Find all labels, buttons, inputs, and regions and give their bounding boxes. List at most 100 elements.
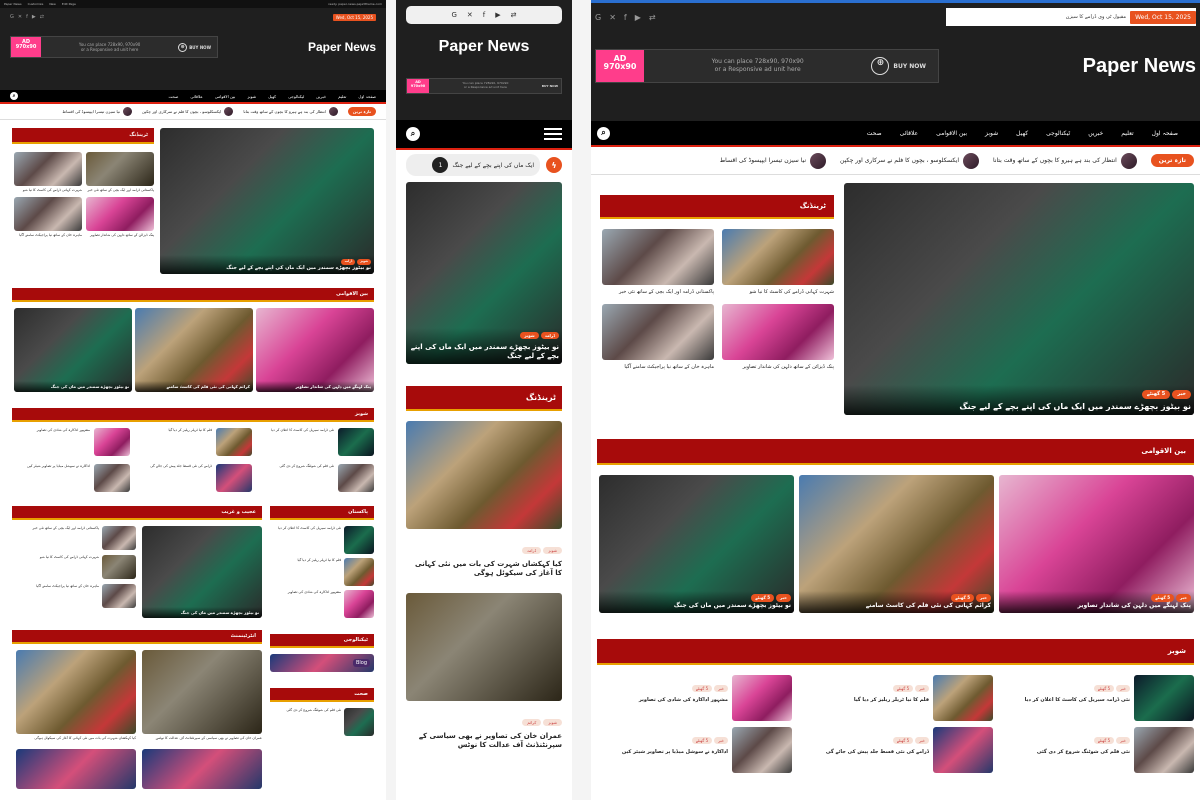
topbar-link[interactable]: New: [49, 2, 56, 6]
nav-item[interactable]: تعلیم: [338, 94, 346, 99]
hero-article[interactable]: ڈرامہشوبز نو بیٹوز بچھڑے سمندر میں ایک م…: [406, 182, 562, 364]
ticker-item[interactable]: انتظار کی بند ہے ہیرو کا بچوں کے ساتھ وق…: [993, 152, 1137, 169]
ent-card[interactable]: [16, 748, 136, 789]
nav-item[interactable]: صحت: [168, 94, 178, 99]
list-item[interactable]: اداکارہ نے سوشل میڈیا پر تصاویر شیئر کیں: [16, 464, 130, 492]
hero-article[interactable]: خبر5 گھنٹے نو بیٹوز بچھڑے سمندر میں ایک …: [844, 183, 1194, 415]
nav-item[interactable]: بین الاقوامی: [936, 130, 967, 137]
facebook-icon[interactable]: f: [26, 14, 28, 20]
nav-item[interactable]: کھیل: [1016, 130, 1028, 137]
intl-card[interactable]: پنک لہنگے میں دلہن کی شاندار تصاویر: [256, 308, 374, 392]
list-item[interactable]: خبر5 گھنٹے مشہور اداکارہ کی شادی کی تصاوی…: [597, 675, 792, 721]
google-icon[interactable]: G: [10, 14, 14, 20]
x-icon[interactable]: ✕: [18, 14, 22, 20]
facebook-icon[interactable]: f: [483, 11, 485, 19]
nav-item[interactable]: خبریں: [316, 94, 326, 99]
list-item[interactable]: فلم کا نیا ٹریلر ریلیز کر دیا گیا: [270, 558, 374, 586]
list-item[interactable]: خبر5 گھنٹے فلم کا نیا ٹریلر ریلیز کر دیا …: [798, 675, 993, 721]
list-item[interactable]: خبر5 گھنٹے نئی فلم کی شوٹنگ شروع کر دی گئ…: [999, 727, 1194, 773]
site-logo[interactable]: Paper News: [1083, 55, 1196, 78]
trending-card[interactable]: پاکستانی ڈرامہ اور ایک بچی کے ساتھ نئی خ…: [86, 152, 154, 193]
shuffle-icon[interactable]: ⇄: [511, 11, 517, 19]
intl-card[interactable]: خبر5 گھنٹے پنک لہنگے میں دلہن کی شاندار ت…: [999, 475, 1194, 613]
ticker-item[interactable]: انتظار کی بند ہے ہیرو کا بچوں کے ساتھ وق…: [243, 107, 338, 116]
ad-banner[interactable]: AD 970x90 You can place 728x90, 970x90 or …: [406, 78, 562, 94]
nav-item[interactable]: کھیل: [268, 94, 276, 99]
list-item[interactable]: ڈرامے کی نئی قسط جلد پیش کی جائے گی: [138, 464, 252, 492]
x-icon[interactable]: ✕: [467, 11, 473, 19]
ticker-item[interactable]: ایکسکلوسو ، بچوں کا فلم نے سرکاری اور چک…: [840, 152, 979, 169]
site-logo[interactable]: Paper News: [406, 38, 562, 56]
x-icon[interactable]: ✕: [609, 13, 616, 22]
buy-now-button[interactable]: ⊕ BUY NOW: [871, 57, 938, 75]
mobile-card[interactable]: شوبزکرائم عمران خان کی تصاویر نے بھی سیا…: [406, 592, 562, 751]
trending-card[interactable]: شہرت کہانی ڈرامے کی کاسٹ کا نیا شو: [722, 229, 834, 296]
nav-item[interactable]: علاقائی: [190, 94, 202, 99]
nav-item[interactable]: بین الاقوامی: [215, 94, 236, 99]
youtube-icon[interactable]: ▶: [635, 13, 641, 22]
site-logo[interactable]: Paper News: [308, 40, 376, 54]
nav-item[interactable]: شوبز: [985, 130, 998, 137]
nav-item[interactable]: تعلیم: [1121, 130, 1133, 137]
shuffle-icon[interactable]: ⇄: [40, 14, 44, 20]
trending-card[interactable]: پنک ڈیزائن کے ساتھ دلہن کی شاندار تصاویر: [86, 196, 154, 238]
list-item[interactable]: شہرت کہانی ڈرامے کی کاسٹ کا نیا شو: [12, 555, 136, 579]
list-item[interactable]: فلم کا نیا ٹریلر ریلیز کر دیا گیا: [138, 428, 252, 456]
ent-card[interactable]: کیا کہکشاں شہرت کی بات میں نئی کہانی کا …: [16, 650, 136, 741]
ent-card[interactable]: عمران خان کی تصاویر نے بھی سیاسی کے سپرن…: [142, 650, 262, 741]
intl-card[interactable]: نو بیٹوز بچھڑے سمندر میں ماں کی جنگ: [14, 308, 132, 392]
blog-card[interactable]: Blog: [270, 654, 374, 672]
nav-item[interactable]: خبریں: [1088, 130, 1103, 137]
list-item[interactable]: پاکستانی ڈرامہ اور ایک بچی کے ساتھ نئی خ…: [12, 526, 136, 550]
ticker-item[interactable]: نیا سیزن تیسرا ایپیسوڈ کی اقساط: [62, 107, 132, 116]
ad-banner[interactable]: AD 970x90 You can place 728x90, 970x90 or …: [10, 36, 218, 58]
list-item[interactable]: نئی ڈرامہ سیریل کی کاسٹ کا اعلان کر دیا: [260, 428, 374, 456]
search-icon[interactable]: ⌕: [597, 126, 610, 140]
topbar-link[interactable]: Customize: [28, 2, 44, 6]
ad-banner[interactable]: AD 970x90 You can place 728x90, 970x90 or …: [595, 49, 939, 83]
trending-card[interactable]: ماہرہ خان کے ساتھ نیا پراجیکٹ سامنے آگیا: [602, 303, 714, 371]
list-item[interactable]: خبر5 گھنٹے ڈرامے کی نئی قسط جلد پیش کی جا…: [798, 727, 993, 773]
hamburger-icon[interactable]: [544, 125, 562, 143]
trending-card[interactable]: پنک ڈیزائن کے ساتھ دلہن کی شاندار تصاویر: [722, 303, 834, 371]
list-item[interactable]: نئی فلم کی شوٹنگ شروع کر دی گئی: [260, 464, 374, 492]
ticker-item[interactable]: ایک ماں کی اپنے بچے کے لیے جنگ 1: [406, 154, 540, 176]
nav-item[interactable]: ٹیکنالوجی: [1046, 130, 1070, 137]
google-icon[interactable]: G: [595, 13, 601, 22]
intl-card[interactable]: کرائم کہانی کی نئی فلم کی کاسٹ سامنے: [135, 308, 253, 392]
feature-card[interactable]: نو بیٹوز بچھڑے سمندر میں ماں کی جنگ: [142, 526, 262, 618]
nav-item[interactable]: ٹیکنالوجی: [288, 94, 304, 99]
nav-item[interactable]: صحت: [867, 130, 882, 137]
nav-item[interactable]: صفحہ اول: [1152, 130, 1178, 137]
youtube-icon[interactable]: ▶: [32, 14, 36, 20]
mobile-card[interactable]: شوبزڈرامہ کیا کہکشاں شہرت کی بات میں نئی…: [406, 421, 562, 579]
nav-item[interactable]: صفحہ اول: [358, 94, 376, 99]
trending-card[interactable]: شہرت کہانی ڈرامے کی کاسٹ کا نیا شو: [14, 152, 82, 193]
google-icon[interactable]: G: [451, 11, 456, 19]
facebook-icon[interactable]: f: [624, 13, 627, 22]
shuffle-icon[interactable]: ⇄: [649, 13, 656, 22]
buy-now-button[interactable]: BUY NOW: [542, 84, 561, 88]
trending-card[interactable]: پاکستانی ڈرامہ اور ایک بچی کے ساتھ نئی خ…: [602, 229, 714, 296]
topbar-link[interactable]: Edit Page: [62, 2, 76, 6]
list-item[interactable]: ماہرہ خان کے ساتھ نیا پراجیکٹ سامنے آگیا: [12, 584, 136, 608]
search-icon[interactable]: ⌕: [10, 92, 18, 100]
topbar-link[interactable]: Paper News: [4, 2, 22, 6]
intl-card[interactable]: خبر5 گھنٹے نو بیٹوز بچھڑے سمندر میں ماں ک…: [599, 475, 794, 613]
list-item[interactable]: مشہور اداکارہ کی شادی کی تصاویر: [270, 590, 374, 618]
intl-card[interactable]: خبر5 گھنٹے کرائم کہانی کی نئی فلم کی کاسٹ…: [799, 475, 994, 613]
list-item[interactable]: خبر5 گھنٹے نئی ڈرامہ سیریل کی کاسٹ کا اعل…: [999, 675, 1194, 721]
list-item[interactable]: نئی فلم کی شوٹنگ شروع کر دی گئی: [270, 708, 374, 736]
trending-card[interactable]: ماہرہ خان کے ساتھ نیا پراجیکٹ سامنے آگیا: [14, 196, 82, 238]
youtube-icon[interactable]: ▶: [495, 11, 500, 19]
ent-card[interactable]: [142, 748, 262, 789]
ticker-item[interactable]: نیا سیزن تیسرا ایپیسوڈ کی اقساط: [720, 152, 827, 169]
list-item[interactable]: خبر5 گھنٹے اداکارہ نے سوشل میڈیا پر تصاوی…: [597, 727, 792, 773]
nav-item[interactable]: علاقائی: [900, 130, 919, 137]
nav-item[interactable]: شوبز: [247, 94, 256, 99]
hero-article[interactable]: شوبزڈرامہ نو بیٹوز بچھڑے سمندر میں ایک م…: [160, 128, 374, 274]
list-item[interactable]: نئی ڈرامہ سیریل کی کاسٹ کا اعلان کر دیا: [270, 526, 374, 554]
buy-now-button[interactable]: ⊕ BUY NOW: [178, 42, 217, 52]
ticker-item[interactable]: ایکسکلوسو ، بچوں کا فلم نے سرکاری اور چک…: [142, 107, 234, 116]
list-item[interactable]: مشہور اداکارہ کی شادی کی تصاویر: [16, 428, 130, 456]
